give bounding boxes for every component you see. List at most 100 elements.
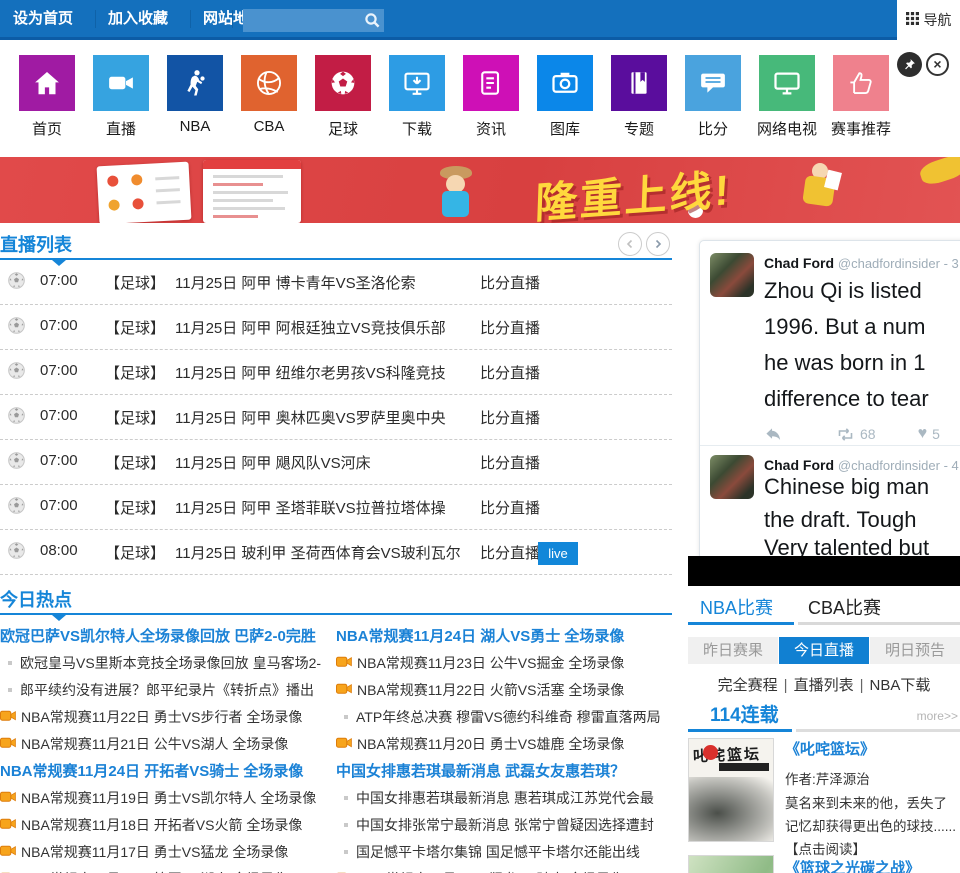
tile-nba[interactable]: NBA <box>158 55 232 139</box>
like-icon[interactable]: ♥ 5 <box>918 425 940 443</box>
tile-news[interactable]: 资讯 <box>454 55 528 139</box>
promo-banner[interactable]: 隆重上线! <box>0 157 960 223</box>
match-title[interactable]: 11月25日 阿甲 飓风队VS河床 <box>175 452 371 473</box>
news-item[interactable]: NBA常规赛11月19日 勇士VS凯尔特人 全场录像 <box>0 784 330 811</box>
search-input[interactable] <box>247 9 363 34</box>
news-item[interactable]: NBA常规赛11月22日 勇士VS步行者 全场录像 <box>0 703 330 730</box>
tile-topics[interactable]: 专题 <box>602 55 676 139</box>
hot-today-section: 今日热点 欧冠巴萨VS凯尔特人全场录像回放 巴萨2-0完胜 欧冠皇马VS里斯本竞… <box>0 585 672 873</box>
next-arrow-icon[interactable] <box>646 232 670 256</box>
score-live-link[interactable]: 比分直播 <box>480 272 540 293</box>
book-cover[interactable]: 叱咤篮坛 <box>688 738 774 842</box>
news-item[interactable]: 郎平续约没有进展？郎平纪录片《转折点》播出 <box>0 676 330 703</box>
banner-cartoon-paper <box>824 169 842 191</box>
match-title[interactable]: 11月25日 玻利甲 圣荷西体育会VS玻利瓦尔 <box>175 542 461 563</box>
news-item[interactable]: 欧冠皇马VS里斯本竞技全场录像回放 皇马客场2- <box>0 649 330 676</box>
tile-label: 比分 <box>697 121 728 138</box>
score-live-link[interactable]: 比分直播 <box>480 407 540 428</box>
news-item[interactable]: NBA常规赛11月20日 勇士VS雄鹿 全场录像 <box>336 730 672 757</box>
set-homepage-link[interactable]: 设为首页 <box>13 0 73 37</box>
match-title[interactable]: 11月25日 阿甲 奥林匹奥VS罗萨里奥中央 <box>175 407 446 428</box>
camera-icon <box>336 682 352 698</box>
tile-live[interactable]: 直播 <box>84 55 158 139</box>
match-title[interactable]: 11月25日 阿甲 圣塔菲联VS拉普拉塔体操 <box>175 497 446 518</box>
live-row[interactable]: 07:00 【足球】 11月25日 阿甲 飓风队VS河床 比分直播 <box>0 440 672 485</box>
nba-download-link[interactable]: NBA下载 <box>870 677 931 694</box>
news-item[interactable]: NBA常规赛11月16日 篮网VS湖人 全场录像 <box>0 865 330 873</box>
news-item[interactable]: 中国女排惠若琪最新消息 惠若琪成江苏党代会最 <box>336 784 672 811</box>
pin-button[interactable] <box>897 52 922 77</box>
score-live-link[interactable]: 比分直播 <box>480 452 540 473</box>
live-list-link[interactable]: 直播列表 <box>794 677 854 694</box>
book-title-link[interactable]: 《叱咤篮坛》 <box>785 738 960 759</box>
news-item[interactable]: ATP年终总决赛 穆雷VS德约科维奇 穆雷直落两局 <box>336 703 672 730</box>
news-headline[interactable]: NBA常规赛11月24日 湖人VS勇士 全场录像 <box>336 622 672 649</box>
add-favorite-link[interactable]: 加入收藏 <box>108 0 168 37</box>
tile-gallery[interactable]: 图库 <box>528 55 602 139</box>
news-item[interactable]: NBA常规赛11月18日 开拓者VS火箭 全场录像 <box>0 811 330 838</box>
score-live-link[interactable]: 比分直播 <box>480 362 540 383</box>
hot-left-column: 欧冠巴萨VS凯尔特人全场录像回放 巴萨2-0完胜 欧冠皇马VS里斯本竞技全场录像… <box>0 622 330 873</box>
tile-football[interactable]: 足球 <box>306 55 380 139</box>
live-row[interactable]: 07:00 【足球】 11月25日 阿甲 博卡青年VS圣洛伦索 比分直播 <box>0 260 672 305</box>
news-item[interactable]: NBA常规赛11月21日 公牛VS湖人 全场录像 <box>0 730 330 757</box>
match-title[interactable]: 11月25日 阿甲 纽维尔老男孩VS科隆竞技 <box>175 362 446 383</box>
subtab-yesterday[interactable]: 昨日赛果 <box>688 637 778 664</box>
live-row[interactable]: 07:00 【足球】 11月25日 阿甲 纽维尔老男孩VS科隆竞技 比分直播 <box>0 350 672 395</box>
download-monitor-icon <box>389 55 445 111</box>
book-title-link[interactable]: 《篮球之光碳之战》 <box>785 857 960 873</box>
live-row[interactable]: 07:00 【足球】 11月25日 阿甲 圣塔菲联VS拉普拉塔体操 比分直播 <box>0 485 672 530</box>
tab-nba[interactable]: NBA比赛 <box>700 594 773 620</box>
news-headline[interactable]: 中国女排惠若琪最新消息 武磊女友惠若琪？ <box>336 757 672 784</box>
news-item[interactable]: NBA常规赛11月22日 火箭VS活塞 全场录像 <box>336 676 672 703</box>
close-icon[interactable]: × <box>926 53 949 76</box>
score-live-link[interactable]: 比分直播 <box>480 317 540 338</box>
subtab-today[interactable]: 今日直播 <box>779 637 869 664</box>
tile-scores[interactable]: 比分 <box>676 55 750 139</box>
tile-home[interactable]: 首页 <box>10 55 84 139</box>
soccer-ball-icon <box>8 317 25 338</box>
score-live-link[interactable]: 比分直播 <box>480 542 540 563</box>
live-row[interactable]: 07:00 【足球】 11月25日 阿甲 奥林匹奥VS罗萨里奥中央 比分直播 <box>0 395 672 440</box>
match-tag: 【足球】 <box>105 500 166 517</box>
tile-cba[interactable]: CBA <box>232 55 306 139</box>
right-sidebar: Chad Ford @chadfordinsider - 3 Zhou Qi i… <box>688 240 960 873</box>
live-badge[interactable]: live <box>538 542 578 565</box>
search-icon[interactable] <box>364 12 381 34</box>
news-item[interactable]: NBA常规赛11月17日 勇士VS猛龙 全场录像 <box>0 838 330 865</box>
soccer-ball-icon <box>315 55 371 111</box>
bullet-icon <box>8 687 12 692</box>
full-schedule-link[interactable]: 完全赛程 <box>718 677 778 694</box>
tile-recommend[interactable]: 赛事推荐 <box>824 55 898 139</box>
reply-icon[interactable] <box>764 427 781 442</box>
day-subtabs: 昨日赛果 今日直播 明日预告 <box>688 637 960 664</box>
nav-menu-button[interactable]: 导航 <box>897 0 960 40</box>
more-link[interactable]: more>> <box>917 709 958 723</box>
news-headline[interactable]: 欧冠巴萨VS凯尔特人全场录像回放 巴萨2-0完胜 <box>0 622 330 649</box>
match-time: 07:00 <box>40 362 78 379</box>
tile-download[interactable]: 下载 <box>380 55 454 139</box>
score-live-link[interactable]: 比分直播 <box>480 497 540 518</box>
basketball-player-icon <box>167 55 223 111</box>
prev-arrow-icon[interactable] <box>618 232 642 256</box>
news-item[interactable]: NBA常规赛11月16日 猛龙VS骑士 全场录像 <box>336 865 672 873</box>
news-headline[interactable]: NBA常规赛11月24日 开拓者VS骑士 全场录像 <box>0 757 330 784</box>
book-author: 作者:芹泽源治 <box>785 772 870 787</box>
news-item[interactable]: NBA常规赛11月23日 公牛VS掘金 全场录像 <box>336 649 672 676</box>
retweet-icon[interactable]: 68 <box>836 426 876 442</box>
news-item[interactable]: 中国女排张常宁最新消息 张常宁曾疑因选择遭封 <box>336 811 672 838</box>
live-row[interactable]: 07:00 【足球】 11月25日 阿甲 阿根廷独立VS竞技俱乐部 比分直播 <box>0 305 672 350</box>
hot-right-column: NBA常规赛11月24日 湖人VS勇士 全场录像 NBA常规赛11月23日 公牛… <box>336 622 672 873</box>
subtab-tomorrow[interactable]: 明日预告 <box>870 637 960 664</box>
match-title[interactable]: 11月25日 阿甲 阿根廷独立VS竞技俱乐部 <box>175 317 446 338</box>
tile-label: 下载 <box>401 121 432 138</box>
tile-webtv[interactable]: 网络电视 <box>750 55 824 139</box>
book-cover[interactable] <box>688 855 774 873</box>
top-bar: 设为首页 加入收藏 网站地图 导航 <box>0 0 960 40</box>
tile-label: 网络电视 <box>756 121 817 138</box>
news-item[interactable]: 国足憾平卡塔尔集锦 国足憾平卡塔尔还能出线 <box>336 838 672 865</box>
match-title[interactable]: 11月25日 阿甲 博卡青年VS圣洛伦索 <box>175 272 416 293</box>
live-row[interactable]: 08:00 【足球】 11月25日 玻利甲 圣荷西体育会VS玻利瓦尔 比分直播 … <box>0 530 672 575</box>
bullet-icon <box>344 822 348 827</box>
tab-cba[interactable]: CBA比赛 <box>808 594 881 620</box>
